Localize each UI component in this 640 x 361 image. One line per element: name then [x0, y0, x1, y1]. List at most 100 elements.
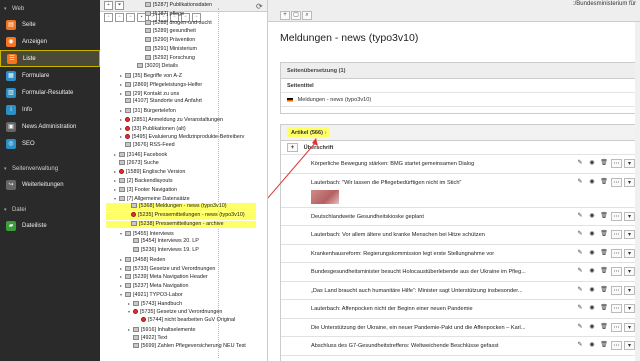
module-group-file[interactable]: ▾ Datei — [0, 203, 100, 217]
page-icon[interactable] — [133, 300, 139, 306]
hidden-page-icon[interactable] — [133, 309, 138, 315]
page-icon[interactable] — [133, 343, 139, 349]
tree-node[interactable]: ▸ [5743] Handbuch — [100, 300, 182, 308]
module-item-form[interactable]: ▦ Formulare — [0, 67, 100, 84]
module-item-seo[interactable]: ◎ SEO — [0, 135, 100, 152]
tree-node[interactable]: ▸ [2851] Anmeldung zu Veranstaltungen — [100, 116, 223, 124]
module-group-page-management[interactable]: ▾ Seitenverwaltung — [0, 162, 100, 176]
page-icon[interactable] — [125, 142, 131, 148]
module-item-results[interactable]: ▥ Formular-Resultate — [0, 84, 100, 101]
hidden-page-icon[interactable] — [125, 134, 130, 140]
tree-node[interactable]: ▸ [35] Begriffe von A-Z — [100, 72, 182, 80]
add-button[interactable]: + — [280, 11, 290, 20]
refresh-icon[interactable]: ⟳ — [256, 2, 263, 11]
tree-node[interactable]: ▸ [1589] Englische Version — [100, 168, 185, 176]
page-icon[interactable] — [125, 108, 131, 114]
tree-node[interactable]: [5368] Meldungen - news (typo3v10) — [106, 203, 256, 211]
module-item-info[interactable]: i Info — [0, 101, 100, 118]
page-icon[interactable] — [145, 37, 151, 43]
module-item-view[interactable]: ◉ Anzeigen — [0, 33, 100, 50]
tree-node-label: [5291] Ministerium — [153, 45, 198, 52]
page-icon[interactable] — [145, 19, 151, 25]
hidden-page-icon[interactable] — [141, 317, 146, 323]
tree-node-label: [5733] Gesetze und Verordnungen — [133, 265, 216, 272]
page-icon[interactable] — [119, 151, 125, 157]
page-icon[interactable] — [125, 98, 131, 104]
tree-node[interactable]: ▸ [3146] Facebook — [100, 151, 167, 159]
tree-node[interactable]: [4922] Text — [100, 335, 167, 343]
module-group-web[interactable]: ▾ Web — [0, 2, 100, 16]
hidden-page-icon[interactable] — [125, 125, 130, 131]
tree-node[interactable]: ▸ [5237] Meta Navigation — [100, 282, 188, 290]
tree-node[interactable]: [5287] Publikationsdaten — [100, 2, 212, 10]
page-icon[interactable] — [131, 203, 137, 209]
tree-node[interactable]: [5236] Interviews 19. LP — [100, 247, 199, 255]
page-icon[interactable] — [145, 10, 151, 16]
tree-node[interactable]: [5699] Zahlen Pflegeversicherung NEU Tes… — [100, 343, 246, 351]
module-item-news[interactable]: ▣ News Administration — [0, 118, 100, 135]
page-icon[interactable] — [125, 274, 131, 280]
tree-node[interactable]: ▸ [33] Publikationen (alt) — [100, 125, 186, 133]
tree-node[interactable]: ▸ [3] Footer Navigation — [100, 186, 177, 194]
page-icon[interactable] — [133, 334, 139, 340]
page-icon[interactable] — [125, 256, 131, 262]
tree-node[interactable]: [5235] Pressemitteilungen - news (typo3v… — [106, 212, 256, 220]
tree-node[interactable]: ▸ [29] Kontakt zu uns — [100, 90, 179, 98]
tree-node[interactable]: ▾ [7] Allgemeine Datensätze — [100, 195, 190, 203]
tree-node[interactable]: ▸ [2] Backendlayouts — [100, 177, 173, 185]
page-icon[interactable] — [133, 326, 139, 332]
tree-node[interactable]: ▾ [4921] TYPO3-Labor — [100, 291, 183, 299]
tree-node[interactable]: ▸ [5495] Evaluierung Medizinprodukte-Betr… — [100, 133, 244, 141]
tree-node[interactable]: [5287] pflege — [100, 11, 184, 19]
page-icon[interactable] — [131, 220, 137, 226]
tree-node[interactable]: [5291] Ministerium — [100, 46, 197, 54]
tree-node[interactable]: [5290] Prävention — [100, 37, 195, 45]
tree-node-label: [4922] Text — [141, 334, 168, 341]
page-icon[interactable] — [125, 291, 131, 297]
tree-node[interactable]: ▸ [3458] Reden — [100, 256, 165, 264]
module-item-filelist[interactable]: ▰ Dateiliste — [0, 217, 100, 234]
tree-node[interactable]: ▾ [5735] Gesetze und Verordnungen — [100, 308, 222, 316]
tree-node[interactable]: ▸ [2869] Pflegeleistungs-Helfer — [100, 81, 202, 89]
tree-node[interactable]: ▸ [5239] Meta Navigation Header — [100, 273, 208, 281]
tree-node[interactable]: [2673] Suche — [100, 160, 159, 168]
tree-node[interactable]: [5289] gesundheit — [100, 28, 196, 36]
page-icon[interactable] — [119, 159, 125, 165]
clipboard-button[interactable]: ▢ — [291, 11, 301, 20]
tree-node[interactable]: [5454] Interviews 20. LP — [100, 238, 199, 246]
page-icon[interactable] — [125, 81, 131, 87]
module-item-redirect[interactable]: ↪ Weiterleitungen — [0, 176, 100, 193]
page-icon[interactable] — [133, 238, 139, 244]
page-icon[interactable] — [125, 230, 131, 236]
page-icon[interactable] — [137, 63, 143, 69]
hidden-page-icon[interactable] — [119, 169, 124, 175]
page-icon[interactable] — [119, 195, 125, 201]
search-button[interactable]: ⌕ — [302, 11, 312, 20]
tree-node[interactable]: [5292] Forschung — [100, 55, 195, 63]
tree-node[interactable]: [5238] Pressemitteilungen - archive — [106, 220, 256, 229]
tree-node[interactable]: [5288] drogen-und-sucht — [100, 20, 212, 28]
hidden-page-icon[interactable] — [125, 116, 130, 122]
page-icon[interactable] — [125, 265, 131, 271]
page-icon[interactable] — [145, 54, 151, 60]
page-icon[interactable] — [119, 186, 125, 192]
hidden-page-icon[interactable] — [131, 212, 136, 218]
tree-node[interactable]: [4107] Standorte und Anfahrt — [100, 98, 202, 106]
tree-node[interactable]: [3676] RSS-Feed — [100, 142, 175, 150]
tree-node[interactable]: ▸ [31] Bürgertelefon — [100, 107, 176, 115]
tree-node[interactable]: ▸ [5916] Inhaltselemente — [100, 326, 196, 334]
page-icon[interactable] — [133, 247, 139, 253]
tree-node[interactable]: [3020] Details — [100, 63, 178, 71]
page-icon[interactable] — [125, 73, 131, 79]
module-item-list[interactable]: ☰ Liste — [0, 50, 100, 67]
tree-node[interactable]: [5744] nicht bearbeiten GuV Original — [100, 317, 235, 325]
page-icon[interactable] — [125, 283, 131, 289]
page-icon[interactable] — [125, 90, 131, 96]
page-icon[interactable] — [145, 2, 151, 8]
tree-node[interactable]: ▾ [5455] Interviews — [100, 230, 174, 238]
page-icon[interactable] — [145, 28, 151, 34]
module-item-page[interactable]: ▤ Seite — [0, 16, 100, 33]
page-icon[interactable] — [145, 45, 151, 51]
tree-node[interactable]: ▸ [5733] Gesetze und Verordnungen — [100, 265, 215, 273]
page-icon[interactable] — [119, 178, 125, 184]
